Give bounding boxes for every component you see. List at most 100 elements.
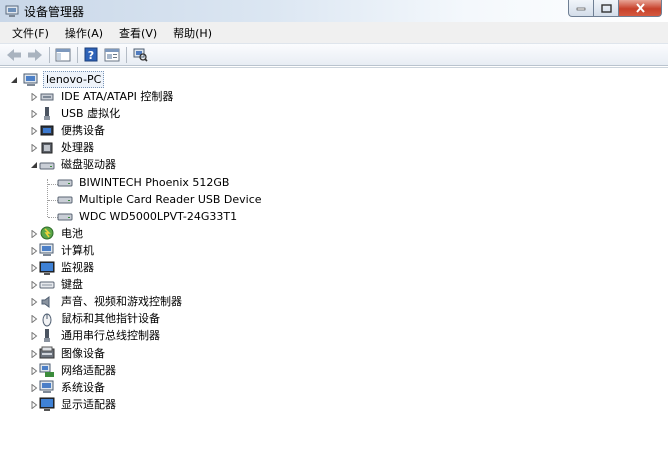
expand-arrow-icon[interactable]: [30, 110, 38, 119]
tree-category-label[interactable]: 声音、视频和游戏控制器: [59, 294, 184, 309]
expand-arrow-icon[interactable]: [30, 383, 38, 392]
tree-device-label[interactable]: Multiple Card Reader USB Device: [77, 192, 264, 207]
tree-device[interactable]: Multiple Card Reader USB Device: [57, 191, 264, 208]
expand-arrow-icon[interactable]: [30, 400, 38, 409]
scan-hardware-button[interactable]: [131, 46, 149, 63]
menu-file[interactable]: 文件(F): [4, 25, 57, 41]
close-icon: [635, 3, 645, 13]
forward-arrow-icon: [28, 48, 42, 61]
device-tree[interactable]: lenovo-PC IDE ATA/ATAPI 控制器 USB 虚拟化 便携设备处理…: [0, 67, 668, 463]
tree-category-label[interactable]: 网络适配器: [59, 363, 118, 378]
properties-button[interactable]: [103, 46, 121, 63]
network-adapter-icon: [39, 362, 55, 378]
tree-category-label[interactable]: 监视器: [59, 260, 96, 275]
close-button[interactable]: [619, 0, 662, 17]
tree-category[interactable]: 便携设备: [30, 122, 107, 139]
tree-category[interactable]: 图像设备: [30, 345, 107, 362]
display-adapter-icon: [39, 396, 55, 412]
tree-category[interactable]: 鼠标和其他指针设备: [30, 310, 162, 327]
back-button[interactable]: [5, 46, 23, 63]
computer-icon: [23, 72, 39, 88]
window-controls: [568, 0, 662, 17]
tree-category-label[interactable]: 键盘: [59, 277, 85, 292]
imaging-device-icon: [39, 345, 55, 361]
tree-root[interactable]: lenovo-PC: [10, 71, 105, 88]
tree-category[interactable]: 网络适配器: [30, 362, 118, 379]
expand-arrow-icon[interactable]: [30, 281, 38, 290]
expand-arrow-icon[interactable]: [30, 264, 38, 272]
tree-category-label[interactable]: 处理器: [59, 140, 96, 155]
tree-category-label[interactable]: 便携设备: [59, 123, 107, 138]
menu-view[interactable]: 查看(V): [111, 25, 165, 41]
expand-arrow-icon[interactable]: [30, 332, 38, 341]
tree-category[interactable]: 电池: [30, 225, 85, 242]
tree-category[interactable]: USB 虚拟化: [30, 105, 122, 122]
expand-arrow-icon[interactable]: [30, 315, 38, 324]
svg-text:?: ?: [88, 49, 94, 62]
tree-category[interactable]: 声音、视频和游戏控制器: [30, 293, 184, 310]
forward-button[interactable]: [26, 46, 44, 63]
console-tree-button[interactable]: [54, 46, 72, 63]
tree-category-label[interactable]: 通用串行总线控制器: [59, 328, 162, 343]
sound-icon: [39, 294, 55, 310]
tree-category[interactable]: 处理器: [30, 139, 96, 156]
help-icon: ?: [84, 47, 98, 62]
usb-icon: [39, 106, 55, 122]
disk-drive-icon: [57, 174, 73, 190]
monitor-icon: [39, 260, 55, 276]
expand-arrow-icon[interactable]: [30, 298, 38, 307]
tree-root-label[interactable]: lenovo-PC: [43, 71, 105, 88]
minimize-icon: [576, 7, 586, 11]
tree-category-label[interactable]: 鼠标和其他指针设备: [59, 311, 162, 326]
computer-icon: [39, 242, 55, 258]
expand-arrow-icon[interactable]: [30, 144, 38, 153]
toolbar: ?: [0, 43, 668, 66]
expand-arrow-icon[interactable]: [30, 246, 38, 255]
collapse-arrow-icon[interactable]: [30, 161, 38, 169]
tree-device-label[interactable]: BIWINTECH Phoenix 512GB: [77, 175, 231, 190]
tree-device[interactable]: WDC WD5000LPVT-24G33T1: [57, 208, 239, 225]
collapse-arrow-icon[interactable]: [10, 76, 18, 84]
expand-arrow-icon[interactable]: [30, 93, 38, 101]
tree-category-label[interactable]: IDE ATA/ATAPI 控制器: [59, 89, 175, 104]
help-button[interactable]: ?: [82, 46, 100, 63]
tree-category[interactable]: 显示适配器: [30, 396, 118, 413]
tree-device[interactable]: BIWINTECH Phoenix 512GB: [57, 174, 231, 191]
system-device-icon: [39, 379, 55, 395]
minimize-button[interactable]: [568, 0, 594, 17]
menu-help[interactable]: 帮助(H): [165, 25, 220, 41]
expand-arrow-icon[interactable]: [30, 229, 38, 238]
properties-icon: [104, 48, 120, 61]
tree-category[interactable]: 计算机: [30, 242, 96, 259]
toolbar-separator: [49, 46, 50, 63]
usb-controller-icon: [39, 328, 55, 344]
tree-category-label[interactable]: USB 虚拟化: [59, 106, 122, 121]
menu-action[interactable]: 操作(A): [57, 25, 111, 41]
tree-category-label[interactable]: 系统设备: [59, 380, 107, 395]
tree-category-label[interactable]: 计算机: [59, 243, 96, 258]
tree-category[interactable]: IDE ATA/ATAPI 控制器: [30, 88, 175, 105]
tree-category[interactable]: 系统设备: [30, 379, 107, 396]
disk-drive-icon: [57, 191, 73, 207]
expand-arrow-icon[interactable]: [30, 349, 38, 358]
tree-category[interactable]: 通用串行总线控制器: [30, 327, 162, 344]
tree-device-label[interactable]: WDC WD5000LPVT-24G33T1: [77, 209, 239, 224]
tree-category[interactable]: 磁盘驱动器: [30, 156, 118, 173]
disk-drive-icon: [39, 157, 55, 173]
expand-arrow-icon[interactable]: [30, 127, 38, 136]
maximize-button[interactable]: [594, 0, 619, 17]
portable-device-icon: [39, 123, 55, 139]
battery-icon: [39, 225, 55, 241]
back-arrow-icon: [7, 48, 21, 61]
expand-arrow-icon[interactable]: [30, 366, 38, 375]
tree-category[interactable]: 监视器: [30, 259, 96, 276]
scan-hardware-icon: [133, 48, 148, 62]
toolbar-separator: [77, 46, 78, 63]
tree-category-label[interactable]: 磁盘驱动器: [59, 157, 118, 172]
tree-category-label[interactable]: 电池: [59, 226, 85, 241]
tree-category[interactable]: 键盘: [30, 276, 85, 293]
toolbar-separator: [126, 46, 127, 63]
disk-drive-icon: [57, 208, 73, 224]
tree-category-label[interactable]: 显示适配器: [59, 397, 118, 412]
tree-category-label[interactable]: 图像设备: [59, 346, 107, 361]
